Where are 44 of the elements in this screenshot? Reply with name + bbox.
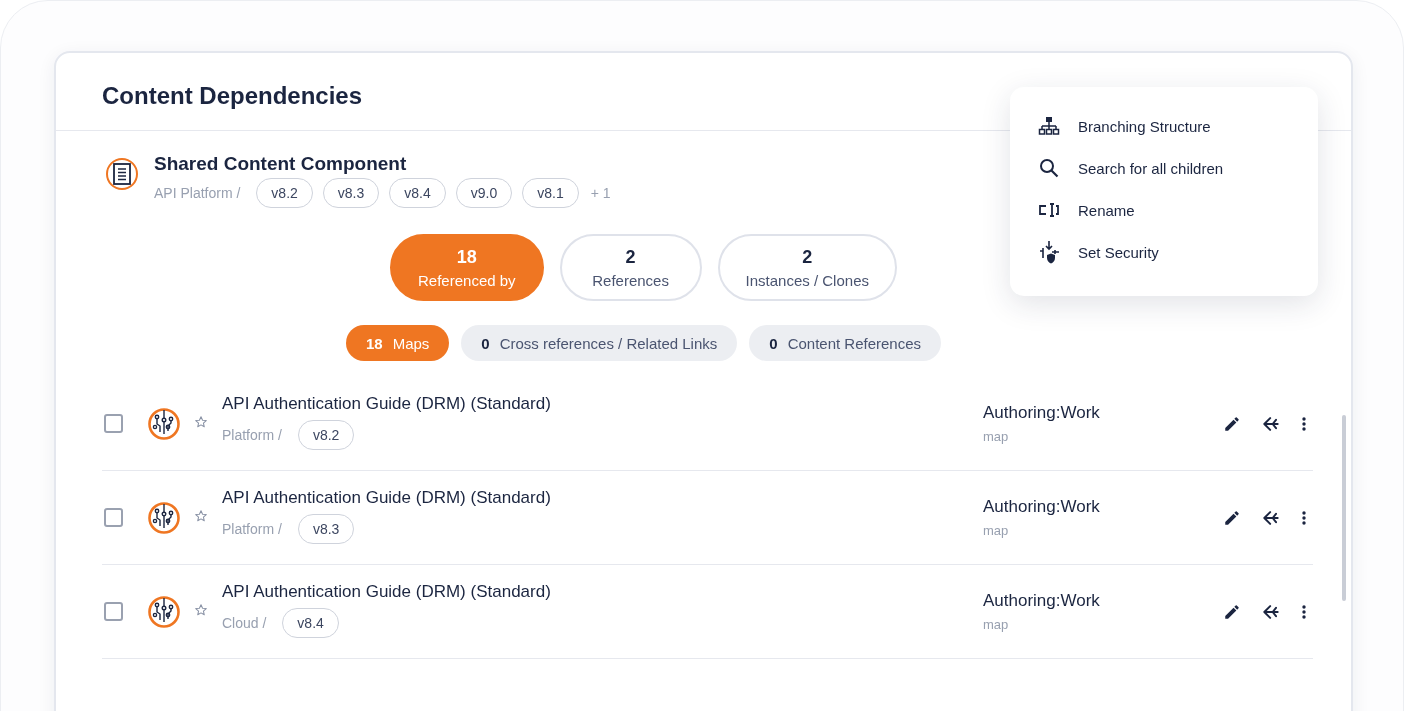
path-text: API Platform / [154,185,241,201]
menu-item[interactable]: Branching Structure [1038,105,1318,147]
menu-item[interactable]: Set Security [1038,231,1318,273]
type-text: map [983,429,1010,444]
scrollbar[interactable] [1342,415,1346,601]
filter-chip[interactable]: 0 Content References [749,325,942,361]
circuit-icon [148,501,180,534]
item-title[interactable]: API Authentication Guide (DRM) (Standard) [222,393,983,414]
path-text: Cloud / [222,614,267,631]
component-name: Shared Content Component [154,153,408,175]
menu-item[interactable]: Search for all children [1038,147,1318,189]
pencil-icon[interactable] [1223,508,1241,527]
checkbox[interactable] [104,602,123,621]
pencil-icon[interactable] [1223,602,1241,621]
tab[interactable]: 2 References [559,234,702,301]
type-text: map [983,617,1010,632]
star-icon[interactable] [194,414,208,429]
panel-title: Content Dependencies [102,81,363,110]
type-text: map [983,523,1010,538]
status-text: Authoring:Work [983,403,1101,423]
search-icon [1038,158,1060,178]
status-text: Authoring:Work [983,497,1101,517]
pencil-icon[interactable] [1223,414,1241,433]
checkbox[interactable] [104,508,123,527]
status-text: Authoring:Work [983,591,1101,611]
more-icon[interactable] [1301,603,1307,620]
star-icon[interactable] [194,508,208,523]
document-icon [106,158,138,190]
more-icon[interactable] [1301,415,1307,432]
circuit-icon [148,595,180,628]
filter-chip[interactable]: 0 Cross references / Related Links [461,325,738,361]
tree-icon [1038,116,1060,136]
item-title[interactable]: API Authentication Guide (DRM) (Standard) [222,581,983,602]
tab[interactable]: 2 Instances / Clones [717,234,897,301]
menu-item[interactable]: Rename [1038,189,1318,231]
security-icon [1038,240,1060,264]
more-icon[interactable] [1301,509,1307,526]
path-text: Platform / [222,520,282,537]
rename-icon [1038,203,1060,217]
item-title[interactable]: API Authentication Guide (DRM) (Standard) [222,487,983,508]
circuit-icon [148,407,180,440]
path-text: Platform / [222,426,282,443]
checkbox[interactable] [104,414,123,433]
star-icon[interactable] [194,602,208,617]
